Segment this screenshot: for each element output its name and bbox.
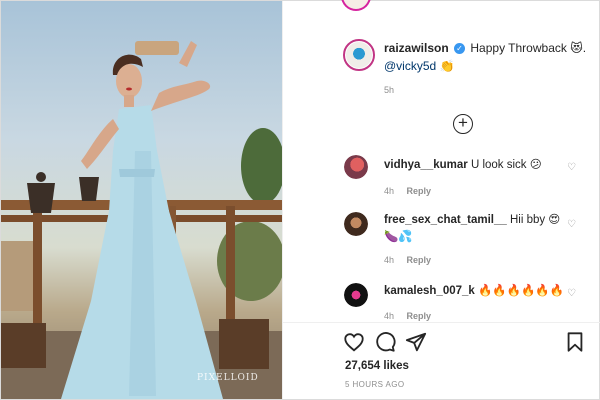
comment-like-icon[interactable]: ♡ xyxy=(567,289,577,299)
mention-emoji: 👏 xyxy=(439,59,455,73)
caption-age: 5h xyxy=(384,85,395,95)
comment-meta: 4h Reply xyxy=(384,252,441,269)
tree-shape xyxy=(241,128,282,204)
verified-badge-icon: ✓ xyxy=(454,43,466,55)
lamp-shape xyxy=(79,177,99,201)
share-paper-plane-icon[interactable] xyxy=(405,331,427,353)
reply-button[interactable]: Reply xyxy=(407,186,432,196)
lips-shape xyxy=(126,87,132,91)
comment-text-line2: 🍆💦 xyxy=(384,231,413,243)
comment-age: 4h xyxy=(384,311,395,321)
arm-shape xyxy=(151,80,211,111)
post-panel: raizawilson ✓ Happy Throwback 😻. @vicky5… xyxy=(282,0,600,399)
caption: raizawilson ✓ Happy Throwback 😻. @vicky5… xyxy=(384,39,600,99)
plane-path xyxy=(405,332,427,352)
likes-count[interactable]: 27,654 likes xyxy=(345,360,409,372)
bubble-path xyxy=(376,332,396,352)
caption-mention[interactable]: @vicky5d xyxy=(384,59,436,73)
belt-shape xyxy=(119,169,155,177)
comment-avatar[interactable] xyxy=(344,283,368,307)
comment-age: 4h xyxy=(384,186,395,196)
comment-username[interactable]: vidhya__kumar xyxy=(384,159,468,171)
comment-meta: 4h Reply xyxy=(384,183,441,200)
chair-shape xyxy=(1,323,46,368)
lamp-shape xyxy=(27,183,55,213)
author-avatar[interactable] xyxy=(343,39,375,71)
comment-text: Hii bby 😍 xyxy=(509,214,561,226)
comment-avatar-image xyxy=(344,212,368,236)
comment-username[interactable]: kamalesh_007_k xyxy=(384,285,475,297)
comment-text: U look sick 😕 xyxy=(470,159,542,171)
neck-shape xyxy=(124,95,134,107)
comment-username[interactable]: free_sex_chat_tamil__ xyxy=(384,214,507,226)
comment-avatar[interactable] xyxy=(344,155,368,179)
caption-text: Happy Throwback xyxy=(470,41,567,55)
reply-button[interactable]: Reply xyxy=(407,255,432,265)
reply-button[interactable]: Reply xyxy=(407,311,432,321)
photo-illustration xyxy=(1,41,282,399)
header-avatar[interactable] xyxy=(341,0,371,11)
save-bookmark-icon[interactable] xyxy=(564,331,586,353)
bookmark-path xyxy=(567,332,583,352)
caption-username[interactable]: raizawilson xyxy=(384,41,449,55)
chair-shape xyxy=(219,319,269,369)
comment-avatar[interactable] xyxy=(344,212,368,236)
action-bar xyxy=(343,331,593,355)
clutch-shape xyxy=(135,41,179,55)
like-heart-icon[interactable] xyxy=(343,331,365,353)
post-timestamp[interactable]: 5 HOURS AGO xyxy=(345,380,405,389)
forearm-shape xyxy=(179,41,197,67)
comment-bubble-icon[interactable] xyxy=(374,331,396,353)
comment-text: 🔥🔥🔥🔥🔥🔥 xyxy=(478,285,564,297)
heart-path xyxy=(344,333,364,352)
comment-avatar-image xyxy=(344,283,368,307)
comment-age: 4h xyxy=(384,255,395,265)
comment-like-icon[interactable]: ♡ xyxy=(567,220,577,230)
lamp-top xyxy=(36,172,46,182)
load-more-comments-icon[interactable]: + xyxy=(453,114,473,134)
post-photo[interactable]: PIXELLOID xyxy=(1,1,282,399)
caption-emoji: 😻. xyxy=(570,41,587,55)
photo-watermark: PIXELLOID xyxy=(197,373,259,383)
comment-avatar-image xyxy=(344,155,368,179)
comment-like-icon[interactable]: ♡ xyxy=(567,163,577,173)
author-avatar-image xyxy=(346,42,372,68)
action-divider xyxy=(283,322,600,323)
